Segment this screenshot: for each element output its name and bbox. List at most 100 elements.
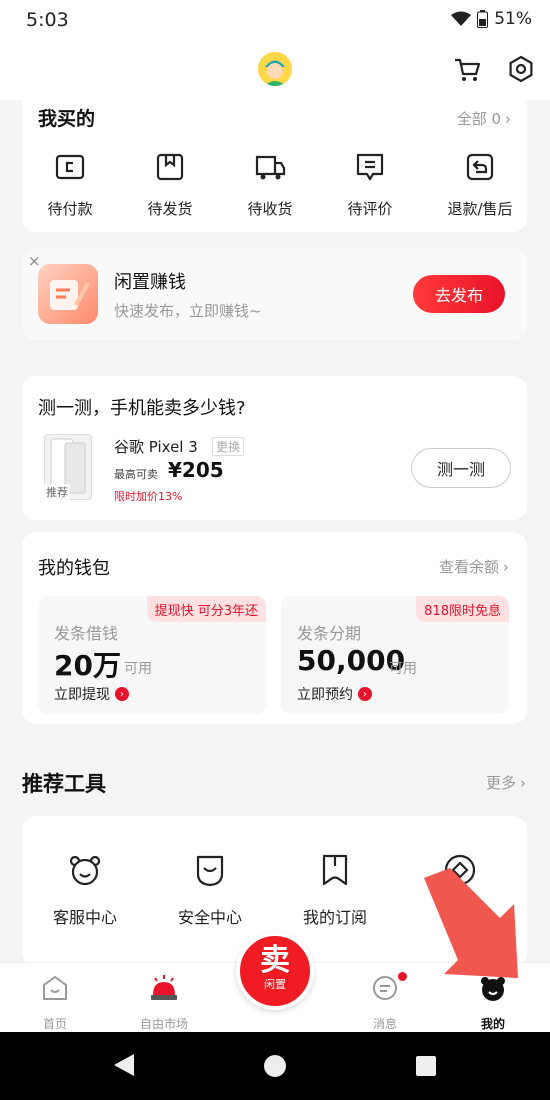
- battery-percent: 51%: [494, 9, 532, 29]
- order-label: 待发货: [147, 200, 193, 218]
- tool-subscriptions[interactable]: 我的订阅: [285, 852, 385, 928]
- arrow-circle-icon: ›: [115, 687, 129, 701]
- order-label: 待付款: [47, 200, 93, 218]
- content-scroll[interactable]: 我买的 全部 0 › 待付款 待发货 待收货 待评价 退款/售后 × 闲置赚钱 …: [0, 100, 550, 962]
- estimate-button[interactable]: 测一测: [411, 448, 511, 488]
- bear-face-icon: [69, 855, 101, 886]
- tool-money[interactable]: 钱: [410, 852, 510, 928]
- sell-main-label: 卖: [260, 943, 290, 978]
- tab-label: 我的: [480, 1017, 505, 1031]
- tab-label: 首页: [42, 1017, 67, 1031]
- sell-sub-label: 闲置: [264, 978, 286, 991]
- profile-bear-icon: [481, 977, 505, 1001]
- loan-action[interactable]: 立即提现 ›: [54, 684, 129, 704]
- message-icon: [373, 976, 397, 1000]
- price-label: 最高可卖: [114, 468, 158, 481]
- chevron-right-icon: ›: [503, 557, 509, 576]
- wallet-card-icon: [55, 154, 85, 180]
- tools-title: 推荐工具: [22, 772, 106, 796]
- tool-label: 安全中心: [177, 908, 242, 927]
- tab-home[interactable]: 首页: [10, 973, 100, 1032]
- promo-card: × 闲置赚钱 快速发布，立即赚钱~ 去发布: [22, 248, 527, 340]
- chevron-right-icon: ›: [505, 109, 511, 128]
- estimate-card: 测一测，手机能卖多少钱? 推荐 谷歌 Pixel 3 更换 最高可卖 ¥205 …: [22, 376, 527, 520]
- tools-more-link[interactable]: 更多 ›: [486, 772, 526, 793]
- loan-amount: 20万: [54, 649, 121, 682]
- message-badge-dot: [398, 972, 407, 981]
- installment-badge: 818限时免息: [416, 596, 509, 622]
- installment-card[interactable]: 818限时免息 发条分期 50,000 可用 立即预约 ›: [281, 596, 509, 714]
- recents-icon[interactable]: [415, 1055, 437, 1077]
- price-value: ¥205: [168, 458, 224, 482]
- note-pen-icon: [38, 264, 98, 324]
- back-icon[interactable]: [112, 1052, 136, 1078]
- tool-security[interactable]: 安全中心: [160, 852, 260, 928]
- tools-more-label: 更多: [485, 774, 516, 792]
- shield-icon: [196, 855, 224, 887]
- home-circle-icon[interactable]: [262, 1053, 288, 1079]
- installment-label: 发条分期: [297, 624, 362, 643]
- wallet-card: 我的钱包 查看余额 › 提现快 可分3年还 发条借钱 20万 可用 立即提现 ›…: [22, 532, 527, 724]
- estimate-title: 测一测，手机能卖多少钱?: [38, 398, 246, 419]
- sell-button[interactable]: 卖 闲置: [236, 932, 314, 1010]
- market-icon: [151, 975, 177, 1000]
- status-icons: 51%: [451, 9, 532, 29]
- status-time: 5:03: [26, 9, 69, 31]
- wallet-balance-link[interactable]: 查看余额 ›: [439, 556, 509, 577]
- publish-button[interactable]: 去发布: [413, 275, 505, 313]
- order-pending-review[interactable]: 待评价: [330, 150, 410, 219]
- promo-title: 闲置赚钱: [114, 272, 186, 293]
- status-bar: 5:03 51%: [0, 0, 550, 40]
- arrow-circle-icon: ›: [358, 687, 372, 701]
- tab-market[interactable]: 自由市场: [119, 973, 209, 1032]
- tool-label: 我的订阅: [302, 908, 367, 927]
- bookmark-icon: [322, 854, 348, 886]
- tab-label: 消息: [372, 1017, 397, 1031]
- chevron-right-icon: ›: [520, 773, 526, 792]
- promo-subtitle: 快速发布，立即赚钱~: [114, 302, 262, 320]
- tool-label: 客服中心: [52, 908, 117, 927]
- order-label: 退款/售后: [447, 200, 513, 218]
- loan-action-label: 立即提现: [54, 687, 110, 703]
- settings-icon[interactable]: [506, 54, 536, 84]
- bought-all-label: 全部 0: [456, 110, 501, 128]
- wallet-title: 我的钱包: [38, 558, 110, 579]
- comment-icon: [356, 153, 384, 181]
- wifi-icon: [451, 11, 472, 26]
- box-icon: [156, 153, 184, 181]
- installment-action-label: 立即预约: [297, 687, 353, 703]
- order-refund[interactable]: 退款/售后: [440, 150, 520, 219]
- order-pending-shipment[interactable]: 待发货: [130, 150, 210, 219]
- truck-icon: [255, 155, 286, 180]
- phone-name: 谷歌 Pixel 3: [114, 438, 198, 456]
- header: [0, 40, 550, 100]
- return-icon: [466, 153, 494, 181]
- order-pending-payment[interactable]: 待付款: [30, 150, 110, 219]
- avatar[interactable]: [258, 52, 292, 86]
- bought-all-link[interactable]: 全部 0 ›: [457, 108, 511, 129]
- price-promo: 限时加价13%: [114, 490, 183, 503]
- battery-icon: [477, 10, 489, 28]
- cart-icon[interactable]: [452, 54, 482, 84]
- order-label: 待收货: [247, 200, 293, 218]
- system-nav-bar: [0, 1032, 550, 1100]
- loan-label: 发条借钱: [54, 624, 119, 643]
- installment-action[interactable]: 立即预约 ›: [297, 684, 372, 704]
- loan-card[interactable]: 提现快 可分3年还 发条借钱 20万 可用 立即提现 ›: [38, 596, 266, 714]
- bought-card: 我买的 全部 0 › 待付款 待发货 待收货 待评价 退款/售后: [22, 100, 527, 232]
- tab-messages[interactable]: 消息: [340, 973, 430, 1032]
- order-pending-receipt[interactable]: 待收货: [230, 150, 310, 219]
- home-icon: [43, 975, 67, 1000]
- installment-unit: 可用: [389, 661, 417, 677]
- wallet-more-label: 查看余额: [438, 558, 499, 576]
- recommend-tag: 推荐: [44, 484, 70, 500]
- bought-title: 我买的: [38, 108, 96, 130]
- tab-profile[interactable]: 我的: [448, 973, 538, 1032]
- change-phone-button[interactable]: 更换: [212, 437, 245, 456]
- order-label: 待评价: [347, 200, 393, 218]
- loan-badge: 提现快 可分3年还: [146, 596, 266, 622]
- tool-label: 钱: [471, 908, 488, 927]
- tab-label: 自由市场: [139, 1017, 188, 1031]
- tool-customer-service[interactable]: 客服中心: [35, 852, 135, 928]
- loan-unit: 可用: [124, 661, 152, 677]
